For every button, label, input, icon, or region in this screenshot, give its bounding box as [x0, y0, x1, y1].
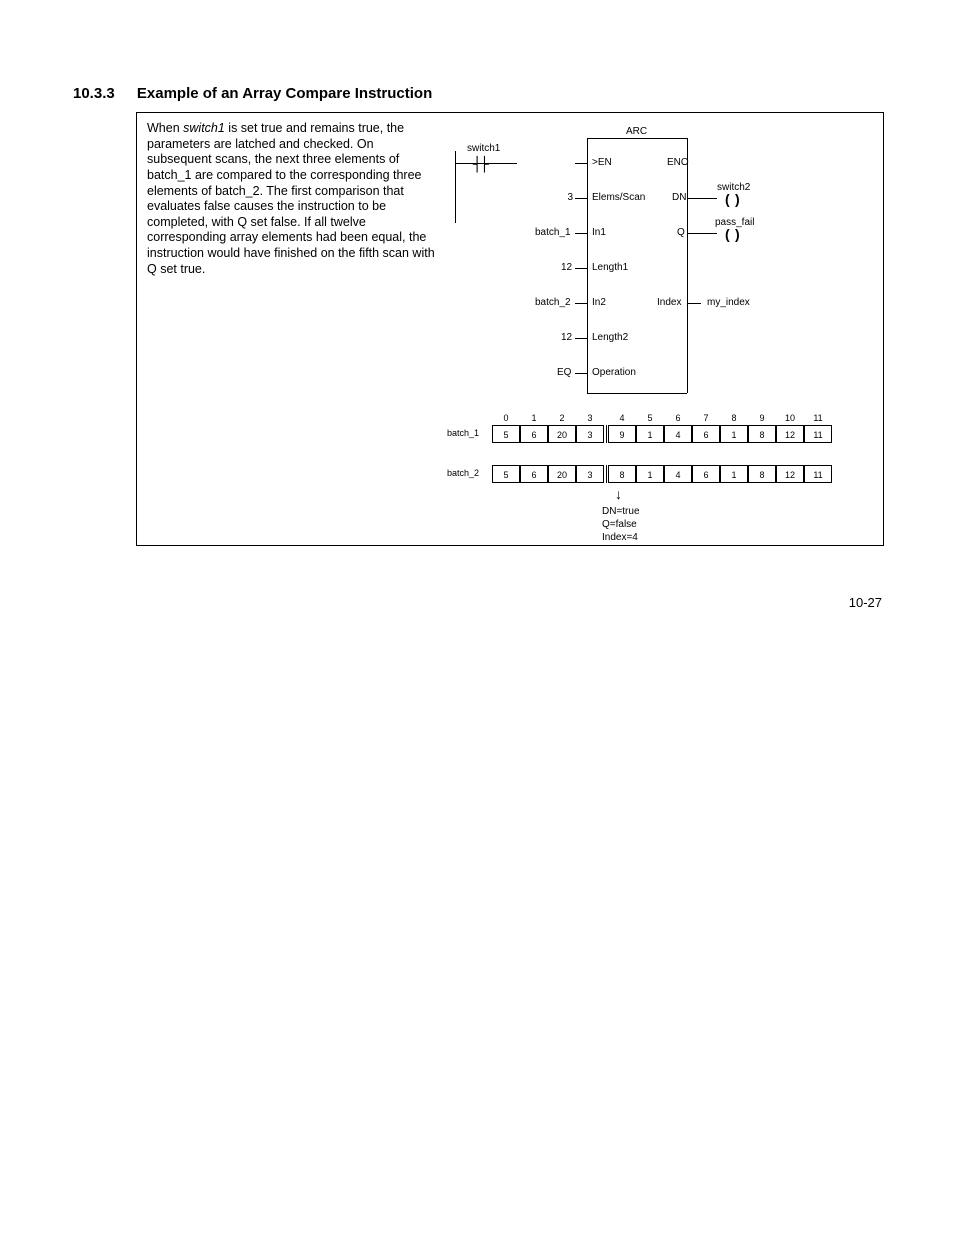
in-elems-val: 3: [565, 192, 573, 203]
port-q: Q: [677, 227, 685, 238]
coil-icon: [727, 194, 741, 204]
in-len1-val: 12: [561, 262, 572, 273]
array-cell: 1: [720, 465, 748, 483]
batch2-label: batch_2: [447, 468, 479, 478]
out-index-dest: my_index: [707, 297, 750, 308]
section-number: 10.3.3: [73, 85, 115, 102]
array-header: 10: [776, 413, 804, 423]
port-en: >EN: [592, 157, 612, 168]
array-header: 9: [748, 413, 776, 423]
port-elems: Elems/Scan: [592, 192, 645, 203]
contact-label: switch1: [467, 143, 500, 154]
array-header: 4: [608, 413, 636, 423]
port-eno: ENO: [667, 157, 689, 168]
array-cell: 3: [576, 465, 604, 483]
array-cell: 6: [692, 465, 720, 483]
array-cell: 12: [776, 465, 804, 483]
array-cell: 1: [636, 465, 664, 483]
array-cell: 8: [748, 465, 776, 483]
array-cell: 6: [520, 465, 548, 483]
desc-switch-word: switch1: [183, 121, 225, 135]
in-in1-val: batch_1: [535, 227, 571, 238]
array-cell: 12: [776, 425, 804, 443]
result-dn: DN=true: [602, 505, 640, 518]
port-index: Index: [657, 297, 681, 308]
array-cell: 4: [664, 425, 692, 443]
array-cell: 11: [804, 465, 832, 483]
array-header: 1: [520, 413, 548, 423]
example-description: When switch1 is set true and remains tru…: [147, 121, 437, 277]
contact-icon: ┤├: [473, 157, 488, 173]
function-block: ARC >EN 3 Elems/Scan batch_1 In1 12 Leng…: [517, 138, 757, 393]
array-header: 5: [636, 413, 664, 423]
ladder-diagram: switch1 ┤├ ARC >EN 3 Elems/Scan batch_1 …: [447, 123, 867, 393]
port-op: Operation: [592, 367, 636, 378]
array-header: 2: [548, 413, 576, 423]
page-number: 10-27: [849, 595, 882, 610]
example-box: When switch1 is set true and remains tru…: [136, 112, 884, 546]
in-len2-val: 12: [561, 332, 572, 343]
array-cell: 20: [548, 425, 576, 443]
array-cell: 1: [720, 425, 748, 443]
array-cell: 6: [520, 425, 548, 443]
array-cell: 1: [636, 425, 664, 443]
array-cell: 4: [664, 465, 692, 483]
array-cell: 6: [692, 425, 720, 443]
array-header: 0: [492, 413, 520, 423]
array-header: 8: [720, 413, 748, 423]
array-cell: 5: [492, 465, 520, 483]
array-header: 7: [692, 413, 720, 423]
array-cell: 5: [492, 425, 520, 443]
batch1-label: batch_1: [447, 428, 479, 438]
result-index: Index=4: [602, 531, 640, 544]
port-in1: In1: [592, 227, 606, 238]
array-header: 11: [804, 413, 832, 423]
array-cell: 8: [608, 465, 636, 483]
arrow-down-icon: ↓: [615, 487, 622, 501]
array-cell: 8: [748, 425, 776, 443]
port-len2: Length2: [592, 332, 628, 343]
result-q: Q=false: [602, 518, 640, 531]
array-cell: 20: [548, 465, 576, 483]
in-in2-val: batch_2: [535, 297, 571, 308]
array-header: 6: [664, 413, 692, 423]
array-header: 3: [576, 413, 604, 423]
result-lines: DN=true Q=false Index=4: [602, 505, 640, 544]
coil-icon: [727, 229, 741, 239]
in-op-val: EQ: [557, 367, 571, 378]
port-in2: In2: [592, 297, 606, 308]
array-cell: 3: [576, 425, 604, 443]
desc-body: is set true and remains true, the parame…: [147, 121, 435, 276]
ladder-rail: [455, 151, 456, 223]
desc-prefix: When: [147, 121, 183, 135]
port-dn: DN: [672, 192, 686, 203]
section-title: Example of an Array Compare Instruction: [137, 85, 432, 102]
section-heading: 10.3.3 Example of an Array Compare Instr…: [73, 85, 432, 102]
port-len1: Length1: [592, 262, 628, 273]
array-tables: 01234567891011 batch_1 562039146181211 b…: [447, 413, 877, 533]
block-title: ARC: [626, 126, 647, 137]
array-cell: 9: [608, 425, 636, 443]
array-cell: 11: [804, 425, 832, 443]
out-dn-dest: switch2: [717, 182, 750, 193]
